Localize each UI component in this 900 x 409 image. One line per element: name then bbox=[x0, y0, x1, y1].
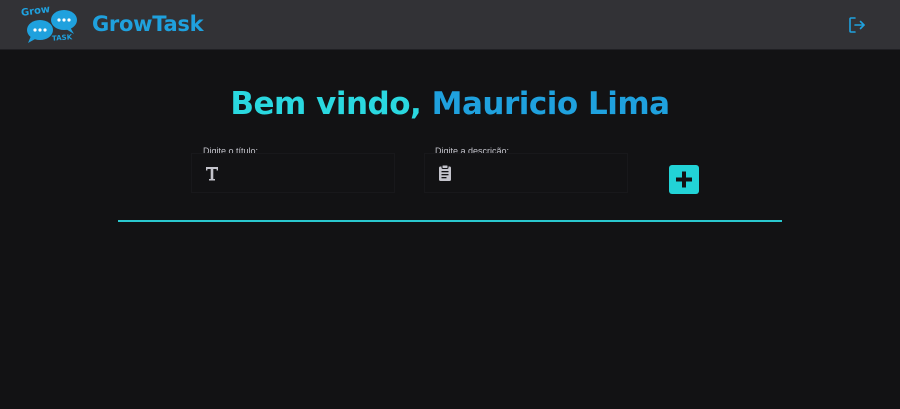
description-field[interactable] bbox=[424, 153, 628, 193]
title-field[interactable] bbox=[191, 153, 395, 193]
brand-name[interactable]: GrowTask bbox=[92, 12, 204, 36]
description-input[interactable] bbox=[461, 162, 625, 186]
text-t-icon bbox=[206, 167, 218, 181]
welcome-user-name: Mauricio Lima bbox=[431, 86, 670, 122]
logout-button[interactable] bbox=[847, 15, 867, 35]
plus-icon bbox=[676, 171, 692, 188]
welcome-heading: Bem vindo, Mauricio Lima bbox=[0, 86, 900, 122]
app-logo[interactable]: Grow TASK bbox=[18, 4, 80, 44]
logout-icon bbox=[849, 17, 865, 33]
welcome-greeting: Bem vindo, bbox=[230, 86, 432, 122]
title-input[interactable] bbox=[228, 162, 392, 186]
content-divider bbox=[118, 220, 782, 222]
logo-word-task: TASK bbox=[51, 33, 73, 43]
clipboard-icon bbox=[439, 164, 451, 181]
add-task-button[interactable] bbox=[669, 165, 699, 194]
app-header: Grow TASK GrowTask bbox=[0, 0, 900, 50]
